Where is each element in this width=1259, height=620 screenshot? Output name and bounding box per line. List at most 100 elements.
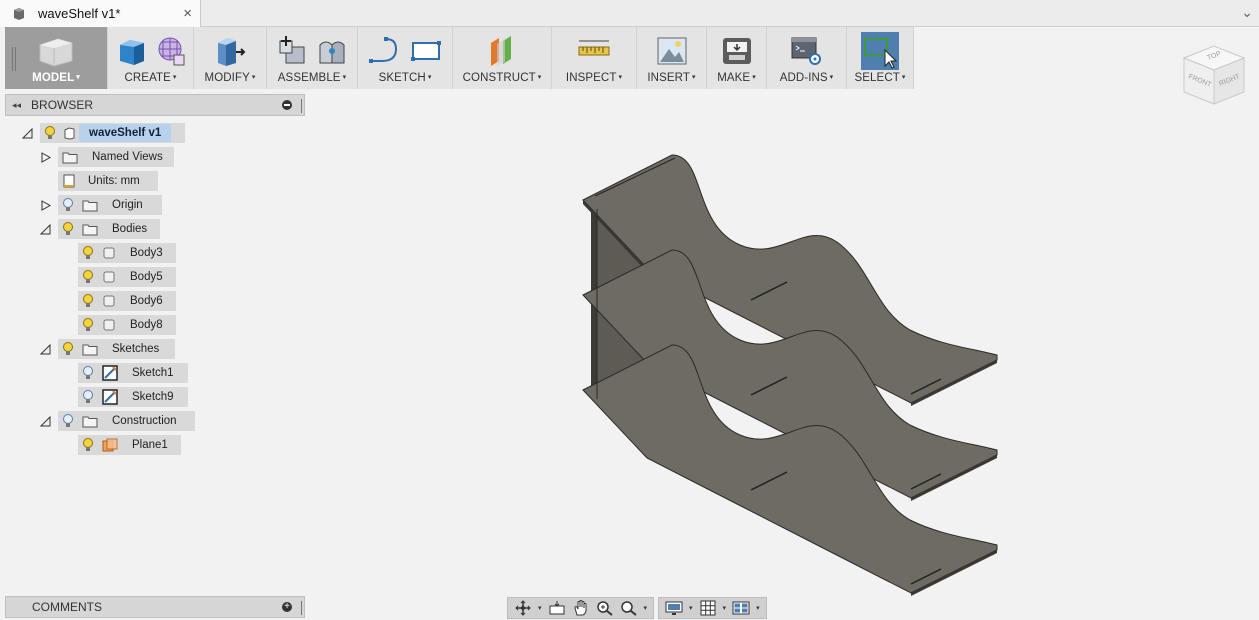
- plane1-node[interactable]: Plane1: [78, 435, 181, 455]
- navigation-tools: ▾ ▾: [507, 597, 655, 619]
- display-settings-icon[interactable]: [665, 600, 683, 616]
- minimize-icon[interactable]: [282, 100, 292, 110]
- lightbulb-on-icon[interactable]: [62, 342, 74, 356]
- viewports-icon[interactable]: [732, 600, 750, 616]
- lightbulb-on-icon[interactable]: [62, 222, 74, 236]
- chevron-down-icon[interactable]: ⌄: [1241, 4, 1253, 21]
- named-views-label: Named Views: [92, 151, 163, 163]
- modify-menu[interactable]: MODIFY ▾: [194, 27, 267, 89]
- lightbulb-off-icon[interactable]: [82, 366, 94, 380]
- comments-panel[interactable]: COMMENTS +: [5, 596, 305, 618]
- orbit-dropdown-icon[interactable]: ▾: [538, 604, 542, 612]
- add-comment-icon[interactable]: +: [282, 602, 292, 612]
- select-label: SELECT: [854, 72, 900, 84]
- tree-row-body6[interactable]: Body6: [78, 291, 176, 311]
- lightbulb-off-icon[interactable]: [62, 198, 74, 212]
- lightbulb-on-icon[interactable]: [82, 270, 94, 284]
- collapsed-triangle-icon[interactable]: [40, 200, 51, 211]
- modify-label: MODIFY: [204, 72, 250, 84]
- close-tab-icon[interactable]: ×: [183, 5, 192, 22]
- tree-row-construction[interactable]: Construction: [40, 411, 195, 431]
- component-icon: [64, 127, 75, 140]
- root-node[interactable]: waveShelf v1: [40, 123, 185, 143]
- select-button[interactable]: [861, 32, 899, 70]
- orbit-icon[interactable]: [514, 600, 532, 616]
- grid-dropdown-icon[interactable]: ▾: [723, 604, 727, 612]
- named-views-node[interactable]: Named Views: [58, 147, 174, 167]
- expand-triangle-icon[interactable]: [40, 224, 51, 235]
- tree-row-origin[interactable]: Origin: [40, 195, 162, 215]
- make-menu[interactable]: MAKE ▾: [707, 27, 767, 89]
- tree-row-body3[interactable]: Body3: [78, 243, 176, 263]
- assemble-menu[interactable]: ASSEMBLE ▾: [267, 27, 358, 89]
- sketch9-node[interactable]: Sketch9: [78, 387, 188, 407]
- body5-node[interactable]: Body5: [78, 267, 176, 287]
- origin-label: Origin: [112, 199, 143, 211]
- panel-grip[interactable]: [301, 99, 302, 113]
- tree-row-plane1[interactable]: Plane1: [78, 435, 181, 455]
- expand-triangle-icon[interactable]: [22, 128, 33, 139]
- collapse-panel-icon[interactable]: ◂◂: [12, 100, 21, 111]
- origin-node[interactable]: Origin: [58, 195, 162, 215]
- collapsed-triangle-icon[interactable]: [40, 152, 51, 163]
- body3-node[interactable]: Body3: [78, 243, 176, 263]
- sketch1-node[interactable]: Sketch1: [78, 363, 188, 383]
- viewports-dropdown-icon[interactable]: ▾: [756, 604, 760, 612]
- body6-node[interactable]: Body6: [78, 291, 176, 311]
- model-workspace-button[interactable]: MODEL ▾: [5, 27, 108, 89]
- lightbulb-on-icon[interactable]: [82, 294, 94, 308]
- bodies-label: Bodies: [112, 223, 148, 235]
- units-node[interactable]: Units: mm: [58, 171, 158, 191]
- tree-row-bodies[interactable]: Bodies: [40, 219, 160, 239]
- lightbulb-off-icon[interactable]: [82, 390, 94, 404]
- sketches-label: Sketches: [112, 343, 160, 355]
- tree-row-sketch1[interactable]: Sketch1: [78, 363, 188, 383]
- folder-icon: [82, 200, 98, 211]
- tree-row-units[interactable]: Units: mm: [58, 171, 158, 191]
- expand-triangle-icon[interactable]: [40, 344, 51, 355]
- zoom-icon[interactable]: [596, 600, 614, 616]
- panel-grip[interactable]: [301, 601, 302, 615]
- box-icon: [119, 40, 144, 65]
- insert-menu[interactable]: INSERT ▾: [637, 27, 707, 89]
- document-tab[interactable]: waveShelf v1* ×: [0, 0, 201, 27]
- body-icon: [103, 295, 115, 307]
- expand-triangle-icon[interactable]: [40, 416, 51, 427]
- tree-root-row[interactable]: waveShelf v1: [22, 123, 185, 143]
- tree-row-named-views[interactable]: Named Views: [40, 147, 174, 167]
- folder-icon: [82, 344, 98, 355]
- bodies-node[interactable]: Bodies: [58, 219, 160, 239]
- lightbulb-on-icon[interactable]: [82, 438, 94, 452]
- lightbulb-on-icon[interactable]: [82, 318, 94, 332]
- sketch-rectangle-icon: [411, 41, 441, 61]
- pan-hand-icon[interactable]: [572, 600, 590, 616]
- tree-row-sketches[interactable]: Sketches: [40, 339, 175, 359]
- display-dropdown-icon[interactable]: ▾: [689, 604, 693, 612]
- navigation-bar: ▾ ▾ ▾ ▾ ▾: [507, 597, 767, 619]
- create-menu[interactable]: CREATE ▾: [108, 27, 194, 89]
- insert-image-icon: [657, 37, 686, 65]
- tree-row-body8[interactable]: Body8: [78, 315, 176, 335]
- lightbulb-on-icon[interactable]: [82, 246, 94, 260]
- sketches-node[interactable]: Sketches: [58, 339, 175, 359]
- construct-menu[interactable]: CONSTRUCT ▾: [453, 27, 552, 89]
- offset-plane-icon: [491, 36, 511, 66]
- construction-node[interactable]: Construction: [58, 411, 195, 431]
- zoom-dropdown-icon[interactable]: ▾: [644, 604, 648, 612]
- grid-icon[interactable]: [699, 600, 717, 616]
- inspect-menu[interactable]: INSPECT ▾: [552, 27, 637, 89]
- add-ins-menu[interactable]: ADD-INS ▾: [767, 27, 847, 89]
- viewcube[interactable]: TOP FRONT RIGHT: [1180, 36, 1248, 108]
- tree-row-sketch9[interactable]: Sketch9: [78, 387, 188, 407]
- body8-node[interactable]: Body8: [78, 315, 176, 335]
- wave-shelf-model[interactable]: [575, 150, 1005, 600]
- lightbulb-on-icon[interactable]: [44, 126, 56, 140]
- lightbulb-off-icon[interactable]: [62, 414, 74, 428]
- browser-header[interactable]: ◂◂ BROWSER: [5, 94, 305, 116]
- select-menu[interactable]: SELECT ▾: [847, 27, 914, 89]
- sketch-menu[interactable]: SKETCH ▾: [358, 27, 453, 89]
- zoom-window-icon[interactable]: [620, 600, 638, 616]
- toolbar-grip[interactable]: [12, 47, 16, 71]
- look-at-icon[interactable]: [548, 600, 566, 616]
- tree-row-body5[interactable]: Body5: [78, 267, 176, 287]
